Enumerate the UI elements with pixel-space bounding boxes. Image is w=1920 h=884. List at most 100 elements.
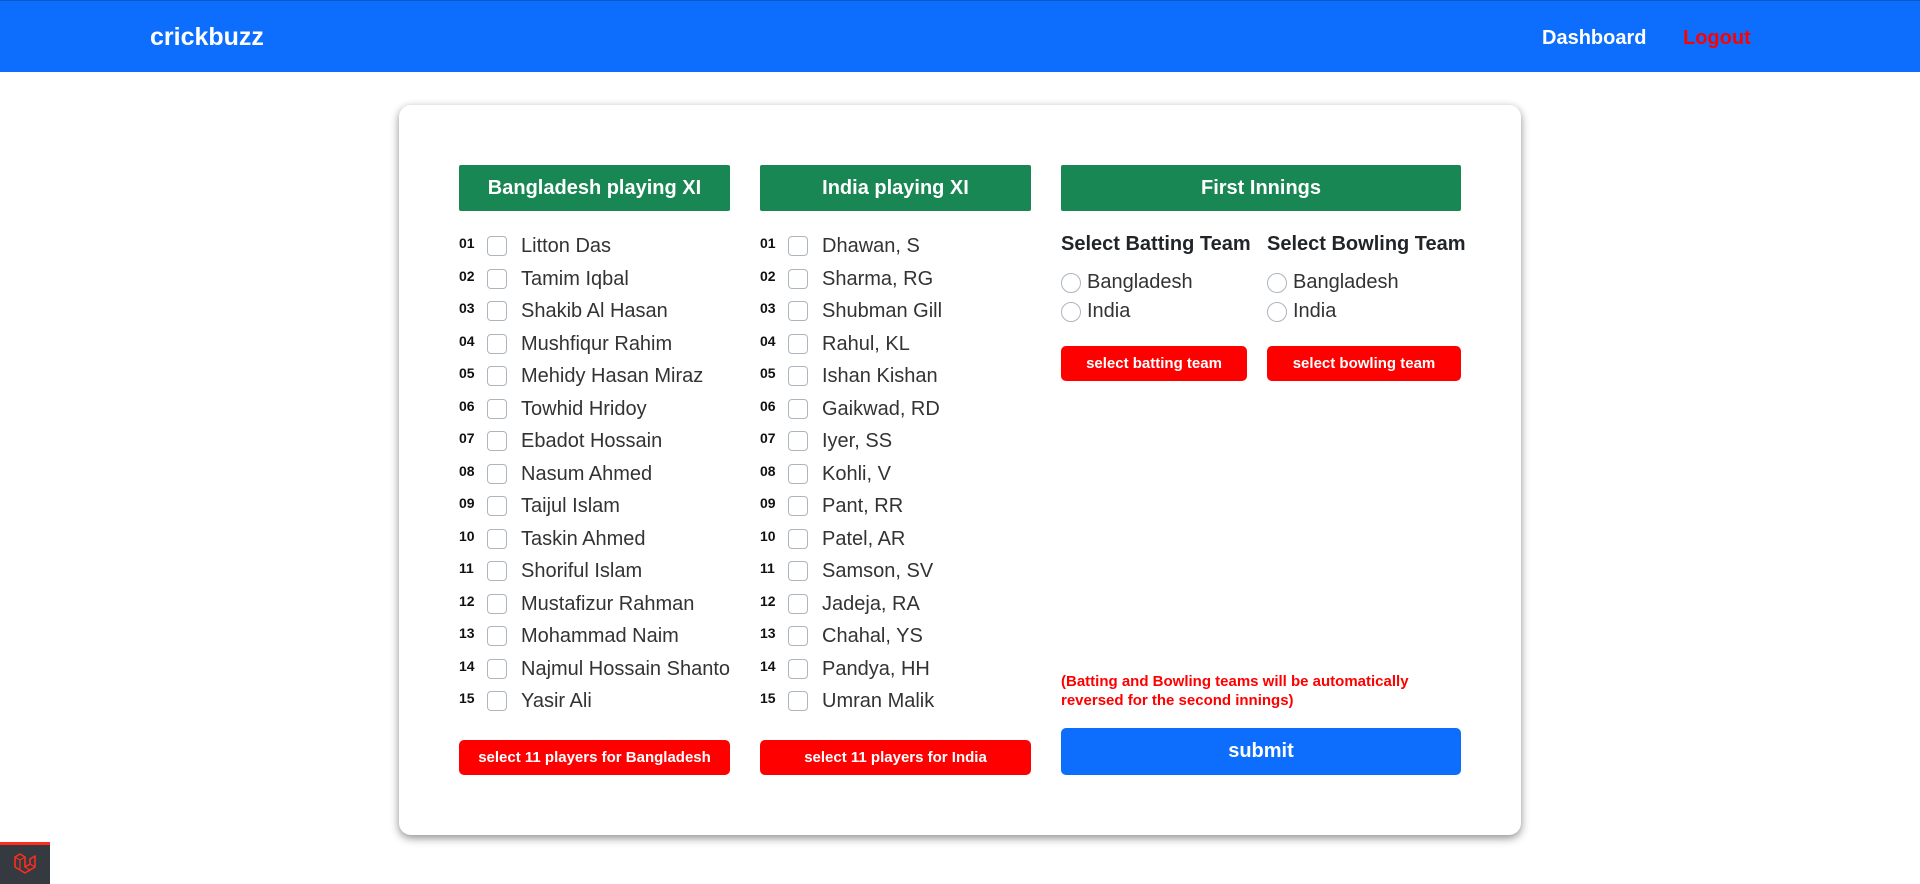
- player-checkbox[interactable]: [788, 593, 808, 614]
- team1-header: Bangladesh playing XI: [459, 165, 730, 211]
- player-row[interactable]: 11 Shoriful Islam: [459, 557, 739, 590]
- player-checkbox[interactable]: [788, 236, 808, 256]
- player-row[interactable]: 15 Umran Malik: [760, 687, 1040, 720]
- player-checkbox[interactable]: [487, 333, 507, 354]
- player-checkbox[interactable]: [788, 333, 808, 354]
- player-row[interactable]: 11 Samson, SV: [760, 557, 1040, 590]
- batting-radio-india[interactable]: [1061, 301, 1081, 322]
- player-name: Nasum Ahmed: [521, 462, 653, 485]
- player-number: 09: [459, 495, 475, 511]
- player-row[interactable]: 13 Chahal, YS: [760, 622, 1040, 655]
- player-row[interactable]: 01 Dhawan, S: [760, 232, 1040, 265]
- player-name: Jadeja, RA: [822, 592, 920, 615]
- player-row[interactable]: 08 Kohli, V: [760, 460, 1040, 493]
- nav-logout-link[interactable]: Logout: [1683, 27, 1751, 50]
- player-number: 14: [760, 657, 776, 674]
- player-name: Tamim Iqbal: [521, 267, 629, 290]
- player-number: 04: [760, 332, 776, 349]
- player-checkbox[interactable]: [788, 658, 808, 679]
- player-row[interactable]: 10 Taskin Ahmed: [459, 525, 739, 558]
- player-checkbox[interactable]: [487, 398, 507, 419]
- select-batting-team-button[interactable]: select batting team: [1061, 346, 1247, 381]
- top-navbar: crickbuzz Dashboard Logout: [0, 0, 1920, 72]
- player-checkbox[interactable]: [788, 691, 808, 711]
- player-checkbox[interactable]: [788, 463, 808, 484]
- player-row[interactable]: 06 Gaikwad, RD: [760, 395, 1040, 428]
- player-row[interactable]: 02 Tamim Iqbal: [459, 265, 739, 298]
- player-row[interactable]: 01 Litton Das: [459, 232, 739, 265]
- player-row[interactable]: 02 Sharma, RG: [760, 265, 1040, 298]
- player-row[interactable]: 04 Mushfiqur Rahim: [459, 330, 739, 363]
- player-name: Mehidy Hasan Miraz: [521, 365, 704, 387]
- player-checkbox[interactable]: [788, 366, 808, 386]
- player-checkbox[interactable]: [788, 398, 808, 419]
- player-row[interactable]: 14 Pandya, HH: [760, 655, 1040, 688]
- player-checkbox[interactable]: [487, 463, 507, 484]
- player-checkbox[interactable]: [788, 528, 808, 549]
- player-checkbox[interactable]: [487, 496, 507, 516]
- bowling-radio-india[interactable]: [1267, 301, 1287, 322]
- player-row[interactable]: 03 Shubman Gill: [760, 297, 1040, 330]
- player-row[interactable]: 08 Nasum Ahmed: [459, 460, 739, 493]
- batting-option-bangladesh[interactable]: Bangladesh: [1061, 271, 1193, 294]
- player-checkbox[interactable]: [487, 236, 507, 256]
- batting-option-label: Bangladesh: [1087, 271, 1193, 293]
- brand-logo[interactable]: crickbuzz: [150, 23, 264, 52]
- laravel-logo-icon[interactable]: [0, 842, 50, 884]
- player-number: 01: [459, 235, 475, 251]
- batting-radio-bangladesh[interactable]: [1061, 272, 1081, 293]
- player-row[interactable]: 04 Rahul, KL: [760, 330, 1040, 363]
- player-checkbox[interactable]: [487, 561, 507, 581]
- player-number: 13: [459, 625, 475, 641]
- player-row[interactable]: 06 Towhid Hridoy: [459, 395, 739, 428]
- player-checkbox[interactable]: [788, 268, 808, 289]
- laravel-logo-icon: [14, 852, 36, 874]
- select-team1-players-button[interactable]: select 11 players for Bangladesh: [459, 740, 730, 775]
- player-checkbox[interactable]: [487, 528, 507, 549]
- player-name: Chahal, YS: [822, 625, 923, 647]
- player-row[interactable]: 15 Yasir Ali: [459, 687, 739, 720]
- player-checkbox[interactable]: [487, 626, 507, 646]
- player-checkbox[interactable]: [788, 496, 808, 516]
- player-row[interactable]: 13 Mohammad Naim: [459, 622, 739, 655]
- player-number: 15: [760, 690, 776, 706]
- player-name: Litton Das: [521, 235, 612, 257]
- player-row[interactable]: 05 Mehidy Hasan Miraz: [459, 362, 739, 395]
- bowling-radio-bangladesh[interactable]: [1267, 272, 1287, 293]
- player-name: Shoriful Islam: [521, 560, 643, 582]
- nav-dashboard-link[interactable]: Dashboard: [1542, 27, 1646, 50]
- bowling-option-india[interactable]: India: [1267, 300, 1336, 323]
- player-checkbox[interactable]: [487, 301, 507, 321]
- innings-reverse-note: (Batting and Bowling teams will be autom…: [1061, 673, 1409, 709]
- player-checkbox[interactable]: [487, 658, 507, 679]
- player-checkbox[interactable]: [788, 561, 808, 581]
- player-row[interactable]: 05 Ishan Kishan: [760, 362, 1040, 395]
- submit-button[interactable]: submit: [1061, 728, 1461, 775]
- player-checkbox[interactable]: [487, 268, 507, 289]
- batting-option-india[interactable]: India: [1061, 300, 1130, 323]
- bowling-option-bangladesh[interactable]: Bangladesh: [1267, 271, 1399, 294]
- player-row[interactable]: 14 Najmul Hossain Shanto: [459, 655, 739, 688]
- player-name: Iyer, SS: [822, 430, 893, 452]
- player-row[interactable]: 03 Shakib Al Hasan: [459, 297, 739, 330]
- player-number: 02: [459, 267, 475, 284]
- player-checkbox[interactable]: [788, 626, 808, 646]
- player-checkbox[interactable]: [788, 301, 808, 321]
- player-row[interactable]: 09 Pant, RR: [760, 492, 1040, 525]
- player-row[interactable]: 12 Mustafizur Rahman: [459, 590, 739, 623]
- player-checkbox[interactable]: [487, 431, 507, 451]
- select-team2-players-button[interactable]: select 11 players for India: [760, 740, 1031, 775]
- player-row[interactable]: 12 Jadeja, RA: [760, 590, 1040, 623]
- player-checkbox[interactable]: [788, 431, 808, 451]
- player-checkbox[interactable]: [487, 593, 507, 614]
- player-name: Kohli, V: [822, 462, 891, 485]
- select-bowling-team-button[interactable]: select bowling team: [1267, 346, 1461, 381]
- player-number: 04: [459, 332, 475, 349]
- player-checkbox[interactable]: [487, 691, 507, 711]
- bowling-team-title: Select Bowling Team: [1267, 233, 1466, 255]
- player-row[interactable]: 10 Patel, AR: [760, 525, 1040, 558]
- player-row[interactable]: 07 Iyer, SS: [760, 427, 1040, 460]
- player-row[interactable]: 09 Taijul Islam: [459, 492, 739, 525]
- player-checkbox[interactable]: [487, 366, 507, 386]
- player-row[interactable]: 07 Ebadot Hossain: [459, 427, 739, 460]
